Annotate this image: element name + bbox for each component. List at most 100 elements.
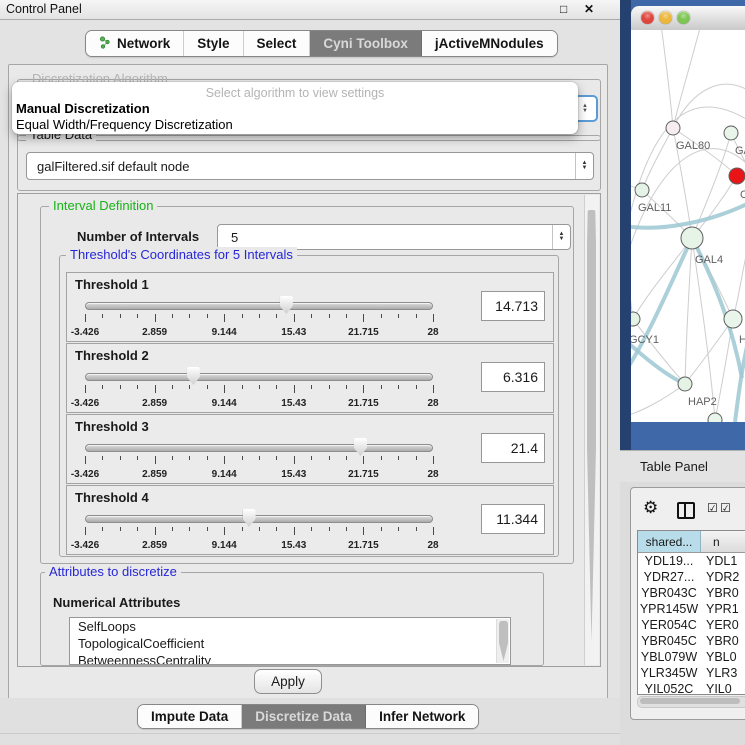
checkbox-checked-icon[interactable]: ☑ (707, 501, 718, 515)
cell-shared-name[interactable]: YBR045C (638, 634, 700, 648)
network-edge[interactable] (631, 384, 685, 416)
column-view-icon[interactable] (677, 502, 695, 519)
network-node-gal80[interactable] (666, 121, 680, 135)
settings-scrollbar[interactable] (584, 195, 599, 665)
threshold-value-field[interactable]: 14.713 (481, 291, 545, 321)
column-header-name[interactable]: n (701, 531, 745, 552)
cell-shared-name[interactable]: YER054C (638, 618, 700, 632)
scrollbar-thumb[interactable] (499, 621, 508, 661)
cell-shared-name[interactable]: YDL19... (638, 554, 700, 568)
table-row-ylr345w[interactable]: YLR345WYLR3 (638, 665, 745, 681)
slider-track[interactable] (85, 444, 433, 452)
slider-tick (189, 314, 190, 318)
column-header-shared[interactable]: shared... (638, 531, 701, 552)
popup-option-manual-discretization[interactable]: Manual Discretization (16, 101, 150, 116)
network-node-ga[interactable] (724, 126, 738, 140)
threshold-slider[interactable]: -3.4262.8599.14415.4321.71528 (85, 506, 433, 552)
table-row-ybr043c[interactable]: YBR043CYBR0 (638, 585, 745, 601)
cell-shared-name[interactable]: YIL052C (638, 682, 700, 695)
table-row-yil052c[interactable]: YIL052CYIL0 (638, 681, 745, 695)
slider-track[interactable] (85, 515, 433, 523)
attributes-list-scrollbar[interactable] (496, 619, 509, 663)
network-edge[interactable] (631, 252, 633, 319)
network-node[interactable] (708, 413, 722, 422)
spinner-stepper-icon[interactable]: ▲▼ (552, 225, 570, 249)
slider-thumb[interactable] (280, 296, 293, 314)
tab-cyni-toolbox[interactable]: Cyni Toolbox (310, 31, 422, 56)
table-row-ydl19-[interactable]: YDL19...YDL1 (638, 553, 745, 569)
network-node-hap2[interactable] (678, 377, 692, 391)
slider-track[interactable] (85, 302, 433, 310)
mac-minimize-icon[interactable] (659, 11, 672, 24)
network-edge[interactable] (642, 128, 673, 190)
network-edge[interactable] (633, 238, 692, 319)
mac-zoom-icon[interactable] (677, 11, 690, 24)
table-row-ybr045c[interactable]: YBR045CYBR0 (638, 633, 745, 649)
cell-name[interactable]: YDR2 (700, 570, 745, 584)
table-row-ydr27-[interactable]: YDR27...YDR2 (638, 569, 745, 585)
network-edge[interactable] (733, 236, 745, 319)
network-edge[interactable] (673, 30, 701, 128)
threshold-value-field[interactable]: 11.344 (481, 504, 545, 534)
tab-jactivemnodules[interactable]: jActiveMNodules (422, 31, 557, 56)
table-data-combobox[interactable]: galFiltered.sif default node ▲▼ (26, 152, 594, 180)
gear-icon[interactable]: ⚙ (643, 498, 658, 518)
threshold-slider[interactable]: -3.4262.8599.14415.4321.71528 (85, 293, 433, 339)
cell-shared-name[interactable]: YBL079W (638, 650, 700, 664)
tab-style[interactable]: Style (184, 31, 243, 56)
threshold-slider[interactable]: -3.4262.8599.14415.4321.71528 (85, 435, 433, 481)
threshold-slider[interactable]: -3.4262.8599.14415.4321.71528 (85, 364, 433, 410)
network-edge[interactable] (661, 30, 673, 128)
network-edge[interactable] (673, 84, 745, 128)
scrollbar-thumb[interactable] (640, 698, 740, 704)
network-node-gcy1[interactable] (631, 312, 640, 326)
numerical-attributes-list[interactable]: SelfLoopsTopologicalCoefficientBetweenne… (69, 617, 511, 665)
attribute-item-betweennesscentrality[interactable]: BetweennessCentrality (70, 652, 510, 665)
checkbox-checked-icon[interactable]: ☑ (720, 501, 731, 515)
table-horizontal-scrollbar[interactable] (637, 696, 745, 708)
attribute-item-topologicalcoefficient[interactable]: TopologicalCoefficient (70, 635, 510, 652)
float-window-icon[interactable]: □ (560, 2, 567, 16)
table-row-ybl079w[interactable]: YBL079WYBL0 (638, 649, 745, 665)
table-row-ypr145w[interactable]: YPR145WYPR1 (638, 601, 745, 617)
cell-shared-name[interactable]: YDR27... (638, 570, 700, 584)
network-edge[interactable] (685, 319, 733, 384)
network-edge[interactable] (685, 238, 692, 384)
tab-infer-network[interactable]: Infer Network (366, 705, 478, 728)
cell-name[interactable]: YLR3 (700, 666, 745, 680)
scrollbar-thumb[interactable] (587, 210, 596, 642)
slider-thumb[interactable] (243, 509, 256, 527)
combo-stepper-icon[interactable]: ▲▼ (575, 153, 593, 179)
tab-impute-data[interactable]: Impute Data (138, 705, 242, 728)
apply-button[interactable]: Apply (254, 669, 322, 694)
cell-name[interactable]: YBR0 (700, 634, 745, 648)
cell-shared-name[interactable]: YLR345W (638, 666, 700, 680)
threshold-value-field[interactable]: 6.316 (481, 362, 545, 392)
network-window-titlebar[interactable] (631, 6, 745, 31)
threshold-value-field[interactable]: 21.4 (481, 433, 545, 463)
cell-name[interactable]: YPR1 (700, 602, 745, 616)
cell-name[interactable]: YDL1 (700, 554, 745, 568)
slider-thumb[interactable] (354, 438, 367, 456)
attribute-item-selfloops[interactable]: SelfLoops (70, 618, 510, 635)
tab-select[interactable]: Select (244, 31, 311, 56)
slider-thumb[interactable] (187, 367, 200, 385)
cell-name[interactable]: YIL0 (700, 682, 745, 695)
mac-close-icon[interactable] (641, 11, 654, 24)
cell-name[interactable]: YER0 (700, 618, 745, 632)
slider-track[interactable] (85, 373, 433, 381)
network-node-gal11[interactable] (635, 183, 649, 197)
tab-network[interactable]: Network (86, 31, 184, 56)
network-node-h[interactable] (724, 310, 742, 328)
popup-option-equal-width-frequency-discretization[interactable]: Equal Width/Frequency Discretization (16, 117, 233, 132)
cell-shared-name[interactable]: YBR043C (638, 586, 700, 600)
network-node-gal4[interactable] (681, 227, 703, 249)
network-canvas[interactable]: GAL80GACGAL11GAL4GCY1HHAP2 (631, 30, 745, 422)
table-row-yer054c[interactable]: YER054CYER0 (638, 617, 745, 633)
cell-name[interactable]: YBR0 (700, 586, 745, 600)
network-node-c[interactable] (729, 168, 745, 184)
cell-name[interactable]: YBL0 (700, 650, 745, 664)
tab-discretize-data[interactable]: Discretize Data (242, 705, 366, 728)
close-window-icon[interactable]: ✕ (584, 2, 594, 16)
cell-shared-name[interactable]: YPR145W (638, 602, 700, 616)
